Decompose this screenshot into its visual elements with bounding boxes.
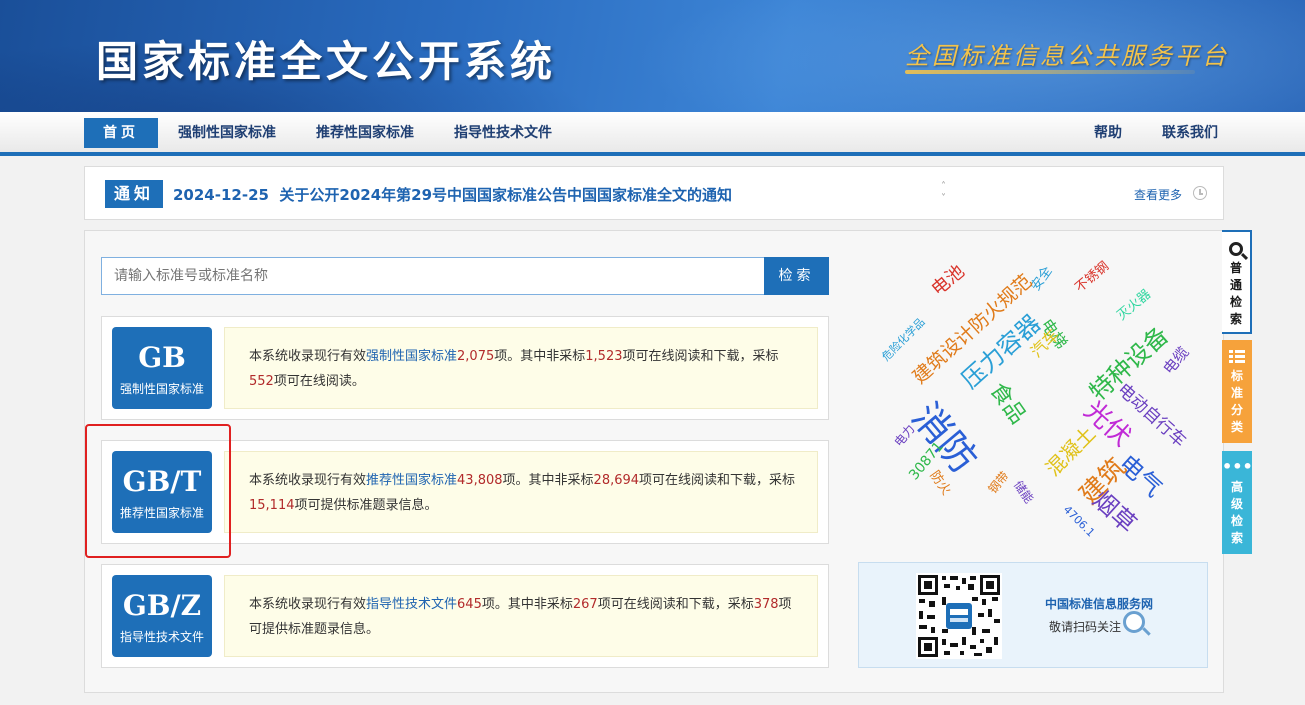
qr-title: 中国标准信息服务网 xyxy=(1045,597,1154,611)
chevron-down-icon[interactable]: ˅ xyxy=(941,193,946,205)
side-tab-label: 高级检索 xyxy=(1230,480,1243,545)
side-tab-basic-search[interactable]: 普通检索 xyxy=(1222,230,1252,334)
view-more-link[interactable]: 查看更多 xyxy=(1134,186,1182,203)
standard-card-gbz: GB/Z 指导性技术文件 本系统收录现行有效指导性技术文件645项。其中非采标2… xyxy=(101,564,829,668)
guidance-documents-link[interactable]: 指导性技术文件 xyxy=(366,597,457,612)
nav-mandatory-standards[interactable]: 强制性国家标准 xyxy=(178,118,276,148)
nav-guidance-documents[interactable]: 指导性技术文件 xyxy=(454,118,552,148)
side-tab-standard-classification[interactable]: 标准分类 xyxy=(1222,340,1252,443)
notice-link[interactable]: 2024-12-25 关于公开2024年第29号中国国家标准公告中国国家标准全文… xyxy=(173,184,732,205)
search-icon xyxy=(1222,236,1250,260)
list-icon xyxy=(1222,344,1252,368)
notice-date: 2024-12-25 xyxy=(173,186,269,204)
cloud-word[interactable]: 储能 xyxy=(1010,477,1038,506)
standard-description: 本系统收录现行有效强制性国家标准2,075项。其中非采标1,523项可在线阅读和… xyxy=(224,327,818,409)
slogan-decoration xyxy=(905,70,1195,74)
site-title: 国家标准全文公开系统 xyxy=(96,37,557,86)
keyword-cloud: 电池 安全 不锈钢 危险化学品 建筑设计防火规范 压力容器 电梯 灭火器 汽车 … xyxy=(860,241,1210,541)
standard-card-gb: GB 强制性国家标准 本系统收录现行有效强制性国家标准2,075项。其中非采标1… xyxy=(101,316,829,420)
search-input[interactable] xyxy=(101,257,764,295)
dots-icon: ••• xyxy=(1222,457,1253,476)
recommended-standards-link[interactable]: 推荐性国家标准 xyxy=(366,473,457,488)
mandatory-standards-link[interactable]: 强制性国家标准 xyxy=(366,349,457,364)
gbz-logo-button[interactable]: GB/Z 指导性技术文件 xyxy=(112,575,212,657)
chevron-up-icon[interactable]: ˄ xyxy=(941,181,946,193)
cloud-word[interactable]: 钢带 xyxy=(984,468,1012,497)
standard-code: GB xyxy=(138,341,186,374)
qr-code-graphic xyxy=(916,573,1002,659)
notice-title: 关于公开2024年第29号中国国家标准公告中国国家标准全文的通知 xyxy=(279,186,733,204)
search-button[interactable]: 检索 xyxy=(764,257,829,295)
header-banner: 国家标准全文公开系统 全国标准信息公共服务平台 xyxy=(0,0,1305,112)
qr-code-image xyxy=(916,573,1002,659)
main-nav: 首页 强制性国家标准 推荐性国家标准 指导性技术文件 帮助 联系我们 xyxy=(0,112,1305,156)
standard-type-name: 强制性国家标准 xyxy=(119,382,204,396)
nav-home[interactable]: 首页 xyxy=(84,118,158,148)
qr-panel: 中国标准信息服务网 敬请扫码关注 xyxy=(858,562,1208,668)
standard-code: GB/Z xyxy=(122,589,202,622)
cloud-word[interactable]: 食品 xyxy=(984,375,1035,429)
main-panel: 检索 GB 强制性国家标准 本系统收录现行有效强制性国家标准2,075项。其中非… xyxy=(84,230,1224,693)
side-tab-label: 标准分类 xyxy=(1230,369,1243,434)
nav-contact-us[interactable]: 联系我们 xyxy=(1162,118,1218,148)
cloud-word[interactable]: 电池 xyxy=(925,258,969,301)
notice-scroll-arrows[interactable]: ˄ ˅ xyxy=(941,181,946,205)
highlight-annotation xyxy=(85,424,231,558)
standard-description: 本系统收录现行有效指导性技术文件645项。其中非采标267项可在线阅读和下载，采… xyxy=(224,575,818,657)
standard-type-name: 指导性技术文件 xyxy=(119,630,204,644)
site-slogan: 全国标准信息公共服务平台 xyxy=(905,42,1229,70)
notice-bar: 通知 2024-12-25 关于公开2024年第29号中国国家标准公告中国国家标… xyxy=(84,166,1224,220)
cloud-word[interactable]: 灭火器 xyxy=(1112,284,1155,324)
gb-logo-button[interactable]: GB 强制性国家标准 xyxy=(112,327,212,409)
magnifier-icon xyxy=(1123,611,1145,633)
cloud-word[interactable]: 不锈钢 xyxy=(1070,256,1113,296)
qr-subtitle: 敬请扫码关注 xyxy=(1049,620,1122,634)
standard-description: 本系统收录现行有效推荐性国家标准43,808项。其中非采标28,694项可在线阅… xyxy=(224,451,818,533)
nav-recommended-standards[interactable]: 推荐性国家标准 xyxy=(316,118,414,148)
side-tab-label: 普通检索 xyxy=(1229,261,1242,326)
clock-icon xyxy=(1193,186,1207,200)
side-tab-advanced-search[interactable]: ••• 高级检索 xyxy=(1222,451,1253,554)
notice-badge: 通知 xyxy=(105,180,163,208)
nav-help[interactable]: 帮助 xyxy=(1094,118,1122,148)
